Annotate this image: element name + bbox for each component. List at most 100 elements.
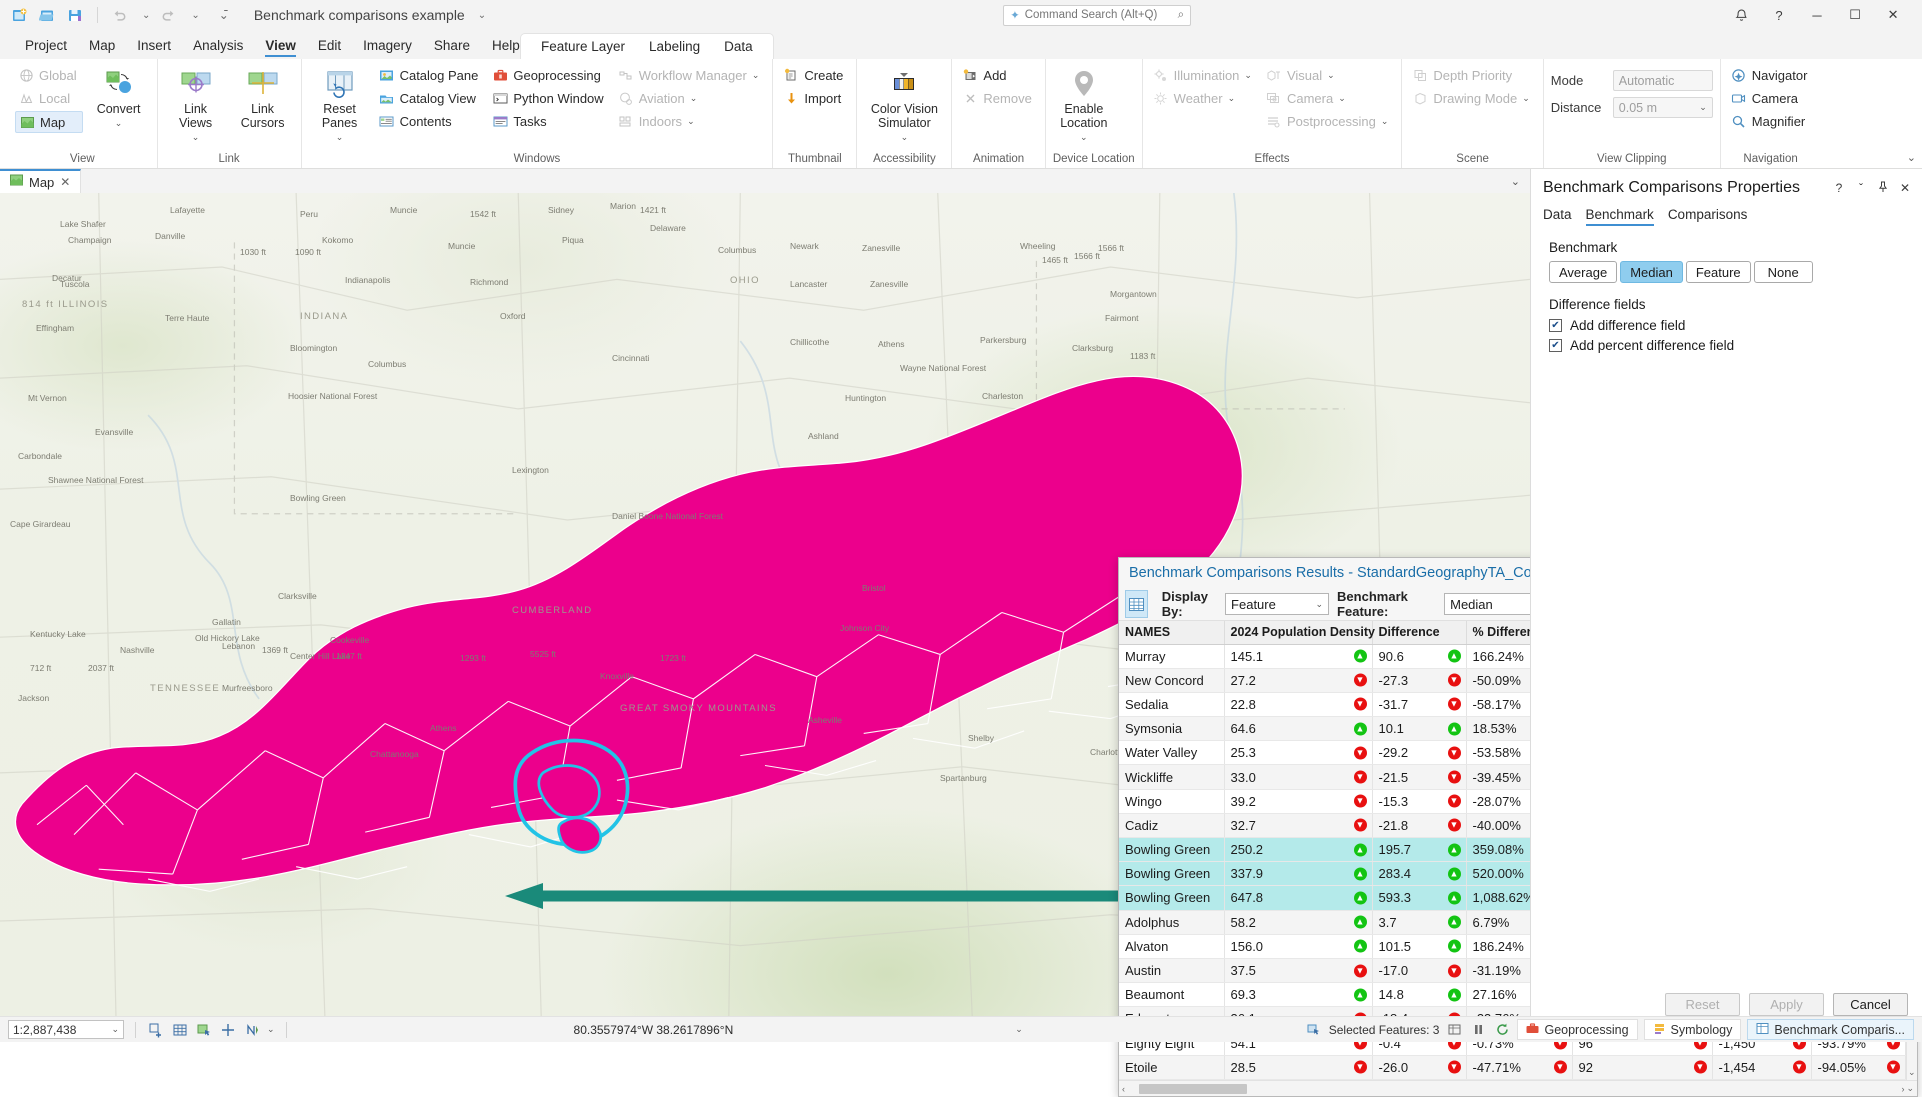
table-view-toggle[interactable]	[1125, 590, 1148, 618]
properties-tab-benchmark[interactable]: Benchmark	[1586, 207, 1654, 226]
drawing-mode-dropdown-icon[interactable]: ⌄	[1522, 93, 1530, 104]
cell-value[interactable]: 145.1▲	[1224, 644, 1372, 668]
cell-value[interactable]: -94.05%▼	[1811, 1055, 1905, 1079]
column-header[interactable]: 2024 Population Density	[1224, 621, 1372, 644]
add-percent-difference-field-checkbox[interactable]: ✔	[1549, 339, 1562, 352]
reset-button[interactable]: Reset	[1665, 993, 1740, 1016]
catalog-view-button[interactable]: Catalog View	[376, 88, 485, 109]
scroll-down-icon[interactable]: ⌄	[1908, 1067, 1916, 1078]
scroll-left-icon[interactable]: ‹	[1122, 1084, 1125, 1094]
cell-name[interactable]: Etoile	[1119, 1055, 1224, 1079]
reset-panes-dropdown-icon[interactable]: ⌄	[336, 132, 344, 142]
map-scale-select[interactable]: 1:2,887,438 ⌄	[8, 1020, 124, 1039]
remove-animation-button[interactable]: Remove	[959, 88, 1037, 109]
cell-name[interactable]: Beaumont	[1119, 983, 1224, 1007]
global-button[interactable]: Global	[15, 65, 83, 86]
cell-value[interactable]: 195.7▲	[1372, 838, 1466, 862]
cell-value[interactable]: 32.7▼	[1224, 813, 1372, 837]
aviation-button[interactable]: Aviation ⌄	[615, 88, 766, 109]
cell-value[interactable]: 22.8▼	[1224, 692, 1372, 716]
indoors-button[interactable]: Indoors ⌄	[615, 111, 766, 132]
minimize-button[interactable]: ─	[1798, 0, 1836, 31]
aviation-dropdown-icon[interactable]: ⌄	[690, 93, 698, 104]
cell-name[interactable]: Austin	[1119, 958, 1224, 982]
menu-item-project[interactable]: Project	[14, 35, 78, 59]
camera-effects-button[interactable]: Camera ⌄	[1263, 88, 1394, 109]
cell-value[interactable]: 647.8▲	[1224, 886, 1372, 910]
cell-value[interactable]: -47.71%▼	[1466, 1055, 1572, 1079]
add-animation-button[interactable]: Add	[959, 65, 1037, 86]
menu-item-imagery[interactable]: Imagery	[352, 35, 423, 59]
catalog-pane-button[interactable]: Catalog Pane	[376, 65, 485, 86]
cancel-button[interactable]: Cancel	[1833, 993, 1908, 1016]
benchmark-option-feature[interactable]: Feature	[1686, 261, 1751, 283]
cell-name[interactable]: New Concord	[1119, 668, 1224, 692]
menu-item-analysis[interactable]: Analysis	[182, 35, 254, 59]
benchmark-option-median[interactable]: Median	[1620, 261, 1683, 283]
new-project-icon[interactable]	[10, 6, 29, 25]
project-title-dropdown-icon[interactable]: ⌄	[478, 10, 486, 21]
menu-item-share[interactable]: Share	[423, 35, 481, 59]
cell-name[interactable]: Cadiz	[1119, 813, 1224, 837]
tab-feature-layer[interactable]: Feature Layer	[531, 36, 635, 57]
weather-button[interactable]: Weather ⌄	[1150, 88, 1258, 109]
cell-value[interactable]: 39.2▼	[1224, 789, 1372, 813]
indoors-dropdown-icon[interactable]: ⌄	[687, 116, 695, 127]
cell-value[interactable]: 69.3▲	[1224, 983, 1372, 1007]
view-tab-map[interactable]: Map ✕	[0, 169, 81, 193]
enable-location-dropdown-icon[interactable]: ⌄	[1080, 132, 1088, 142]
postprocessing-button[interactable]: Postprocessing ⌄	[1263, 111, 1394, 132]
display-by-select[interactable]: Feature ⌄	[1225, 593, 1329, 615]
workflow-manager-button[interactable]: Workflow Manager ⌄	[615, 65, 766, 86]
cell-name[interactable]: Sedalia	[1119, 692, 1224, 716]
cell-value[interactable]: 92▼	[1572, 1055, 1712, 1079]
cell-value[interactable]: -31.7▼	[1372, 692, 1466, 716]
grid-icon[interactable]	[171, 1021, 189, 1039]
properties-tab-comparisons[interactable]: Comparisons	[1668, 207, 1748, 226]
maximize-button[interactable]: ☐	[1836, 0, 1874, 31]
notifications-icon[interactable]	[1722, 0, 1760, 31]
open-project-icon[interactable]	[38, 6, 57, 25]
redo-dropdown-icon[interactable]: ⌄	[191, 10, 199, 21]
add-difference-field-checkbox[interactable]: ✔	[1549, 319, 1562, 332]
tab-data[interactable]: Data	[714, 36, 763, 57]
contents-button[interactable]: Contents	[376, 111, 485, 132]
cell-name[interactable]: Bowling Green	[1119, 862, 1224, 886]
visual-button[interactable]: Visual ⌄	[1263, 65, 1394, 86]
cell-value[interactable]: -27.3▼	[1372, 668, 1466, 692]
cell-value[interactable]: -21.5▼	[1372, 765, 1466, 789]
camera-nav-button[interactable]: Camera	[1728, 88, 1814, 109]
cell-value[interactable]: 58.2▲	[1224, 910, 1372, 934]
benchmark-option-none[interactable]: None	[1754, 261, 1813, 283]
north-arrow-icon[interactable]	[243, 1021, 261, 1039]
cell-value[interactable]: 283.4▲	[1372, 862, 1466, 886]
command-search-input[interactable]: ✦ Command Search (Alt+Q) ⌕	[1003, 5, 1191, 26]
python-window-button[interactable]: Python Window	[489, 88, 609, 109]
cell-value[interactable]: 64.6▲	[1224, 717, 1372, 741]
cell-value[interactable]: 25.3▼	[1224, 741, 1372, 765]
import-thumbnail-button[interactable]: Import	[780, 88, 849, 109]
cell-value[interactable]: 90.6▲	[1372, 644, 1466, 668]
status-tools-dropdown-icon[interactable]: ⌄	[267, 1024, 275, 1035]
explore-tool-icon[interactable]	[219, 1021, 237, 1039]
taskbar-benchmark-comparisons[interactable]: Benchmark Comparis...	[1747, 1019, 1914, 1040]
cell-name[interactable]: Symsonia	[1119, 717, 1224, 741]
save-project-icon[interactable]	[66, 6, 85, 25]
cell-value[interactable]: 3.7▲	[1372, 910, 1466, 934]
column-header[interactable]: NAMES	[1119, 621, 1224, 644]
weather-dropdown-icon[interactable]: ⌄	[1228, 93, 1236, 104]
refresh-icon[interactable]	[1493, 1021, 1511, 1039]
properties-menu-icon[interactable]: ˇ	[1852, 181, 1870, 195]
select-features-icon[interactable]	[195, 1021, 213, 1039]
illumination-dropdown-icon[interactable]: ⌄	[1244, 70, 1252, 81]
taskbar-geoprocessing[interactable]: Geoprocessing	[1517, 1019, 1637, 1040]
cell-name[interactable]: Murray	[1119, 644, 1224, 668]
menu-item-view[interactable]: View	[254, 35, 307, 59]
properties-tab-data[interactable]: Data	[1543, 207, 1572, 226]
convert-button[interactable]: Convert ⌄	[88, 65, 150, 131]
cell-value[interactable]: -26.0▼	[1372, 1055, 1466, 1079]
cell-value[interactable]: 101.5▲	[1372, 934, 1466, 958]
pause-drawing-icon[interactable]	[1469, 1021, 1487, 1039]
local-button[interactable]: Local	[15, 88, 83, 109]
view-tabs-overflow-icon[interactable]: ⌄	[1501, 169, 1530, 193]
